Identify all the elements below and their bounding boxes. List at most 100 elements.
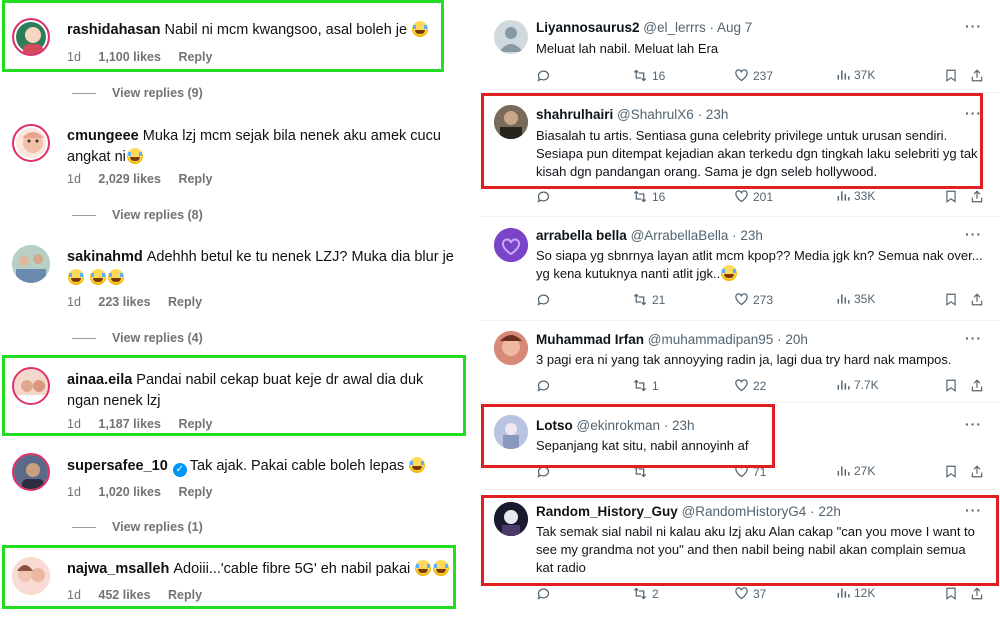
view-replies-label: View replies (1) [112,520,203,534]
bookmark-button[interactable] [944,464,962,479]
views-icon [837,588,850,598]
like-button[interactable]: 22 [734,378,766,393]
view-replies-label: View replies (8) [112,208,203,222]
avatar[interactable] [12,245,50,283]
tweet-author-handle[interactable]: @el_lerrrs [643,20,705,35]
share-icon [971,190,983,203]
share-button[interactable] [970,378,988,393]
reply-button[interactable] [536,292,555,307]
views-button[interactable]: 33K [836,189,875,203]
bookmark-button[interactable] [944,189,962,204]
retweet-button[interactable]: 16 [632,68,665,83]
bookmark-icon [946,379,956,392]
laughing-emoji-icon [108,269,125,285]
view-replies-button[interactable]: View replies (9) [72,86,203,100]
comment-likes[interactable]: 1,020 likes [98,485,161,499]
instagram-comments-panel: rashidahasan Nabil ni mcm kwangsoo, asal … [0,0,470,623]
views-button[interactable]: 7.7K [836,378,879,392]
like-button[interactable]: 273 [734,292,773,307]
views-button[interactable]: 27K [836,464,875,478]
tweet-action-bar: 21 273 35K [536,292,986,310]
more-options-icon[interactable]: ··· [965,18,982,34]
avatar[interactable] [494,228,528,262]
comment-time: 1d [67,295,81,309]
retweet-count: 1 [652,379,659,393]
view-replies-button[interactable]: View replies (4) [72,331,203,345]
view-replies-label: View replies (9) [112,86,203,100]
bookmark-icon [946,587,956,600]
retweet-button[interactable]: 2 [632,586,659,601]
tweet-text: 3 pagi era ni yang tak annoyying radin j… [536,352,952,367]
share-button[interactable] [970,586,988,601]
retweet-count: 16 [652,69,666,83]
share-button[interactable] [970,68,988,83]
tweet-author-name[interactable]: arrabella bella [536,228,627,243]
tweet-time[interactable]: · 23h [732,228,763,243]
ig-comment: supersafee_10 ✓ Tak ajak. Pakai cable bole… [0,445,470,545]
views-button[interactable]: 12K [836,586,875,600]
comment-time: 1d [67,172,81,186]
more-options-icon[interactable]: ··· [965,330,982,346]
avatar-image [12,245,50,283]
retweet-button[interactable]: 16 [632,189,665,204]
tweet-text: Meluat lah nabil. Meluat lah Era [536,41,719,56]
tweet-author-handle[interactable]: @ArrabellaBella [631,228,729,243]
comment-username[interactable]: sakinahmd [67,249,143,265]
tweet-time[interactable]: · 20h [777,332,808,347]
comment-username[interactable]: supersafee_10 [67,458,168,474]
retweet-button[interactable]: 1 [632,378,659,393]
tweet-author-handle[interactable]: @muhammadipan95 [648,332,774,347]
retweet-count: 16 [652,190,666,204]
divider-line [72,215,96,217]
more-options-icon[interactable]: ··· [965,416,982,432]
comment-username[interactable]: cmungeee [67,128,139,144]
reply-icon [537,70,550,82]
like-button[interactable]: 201 [734,189,773,204]
verified-badge-icon: ✓ [172,463,187,477]
highlight-box [481,404,775,468]
more-options-icon[interactable]: ··· [965,226,982,242]
tweet-author-name[interactable]: Muhammad Irfan [536,332,644,347]
comment-likes[interactable]: 2,029 likes [98,172,161,186]
reply-icon [537,191,550,203]
avatar[interactable] [494,331,528,365]
like-button[interactable]: 37 [734,586,766,601]
retweet-button[interactable]: 21 [632,292,665,307]
tweet-time[interactable]: · Aug 7 [710,20,753,35]
bookmark-icon [946,465,956,478]
comment-likes[interactable]: 223 likes [98,295,150,309]
share-button[interactable] [970,464,988,479]
bookmark-button[interactable] [944,378,962,393]
view-replies-button[interactable]: View replies (1) [72,520,203,534]
retweet-icon [633,190,647,203]
views-button[interactable]: 37K [836,68,875,82]
tweet-author-name[interactable]: Liyannosaurus2 [536,20,640,35]
share-button[interactable] [970,189,988,204]
avatar[interactable] [12,453,50,491]
view-replies-button[interactable]: View replies (8) [72,208,203,222]
reply-button[interactable] [536,189,555,204]
retweet-icon [633,379,647,392]
bookmark-button[interactable] [944,586,962,601]
share-button[interactable] [970,292,988,307]
avatar[interactable] [12,124,50,162]
divider-line [72,527,96,529]
views-icon [837,466,850,476]
reply-button[interactable] [536,68,555,83]
bookmark-button[interactable] [944,68,962,83]
default-avatar-icon [499,27,523,52]
bookmark-icon [946,190,956,203]
reply-button[interactable] [536,586,555,601]
heart-icon [735,587,748,600]
reply-button[interactable]: Reply [178,172,212,186]
reply-button[interactable]: Reply [178,485,212,499]
like-button[interactable]: 237 [734,68,773,83]
tweet-action-bar: 1 22 7.7K [536,378,986,396]
avatar[interactable] [494,20,528,54]
reply-button[interactable] [536,378,555,393]
bookmark-button[interactable] [944,292,962,307]
heart-icon [735,293,748,306]
retweet-icon [633,587,647,600]
views-button[interactable]: 35K [836,292,875,306]
reply-button[interactable]: Reply [168,295,202,309]
